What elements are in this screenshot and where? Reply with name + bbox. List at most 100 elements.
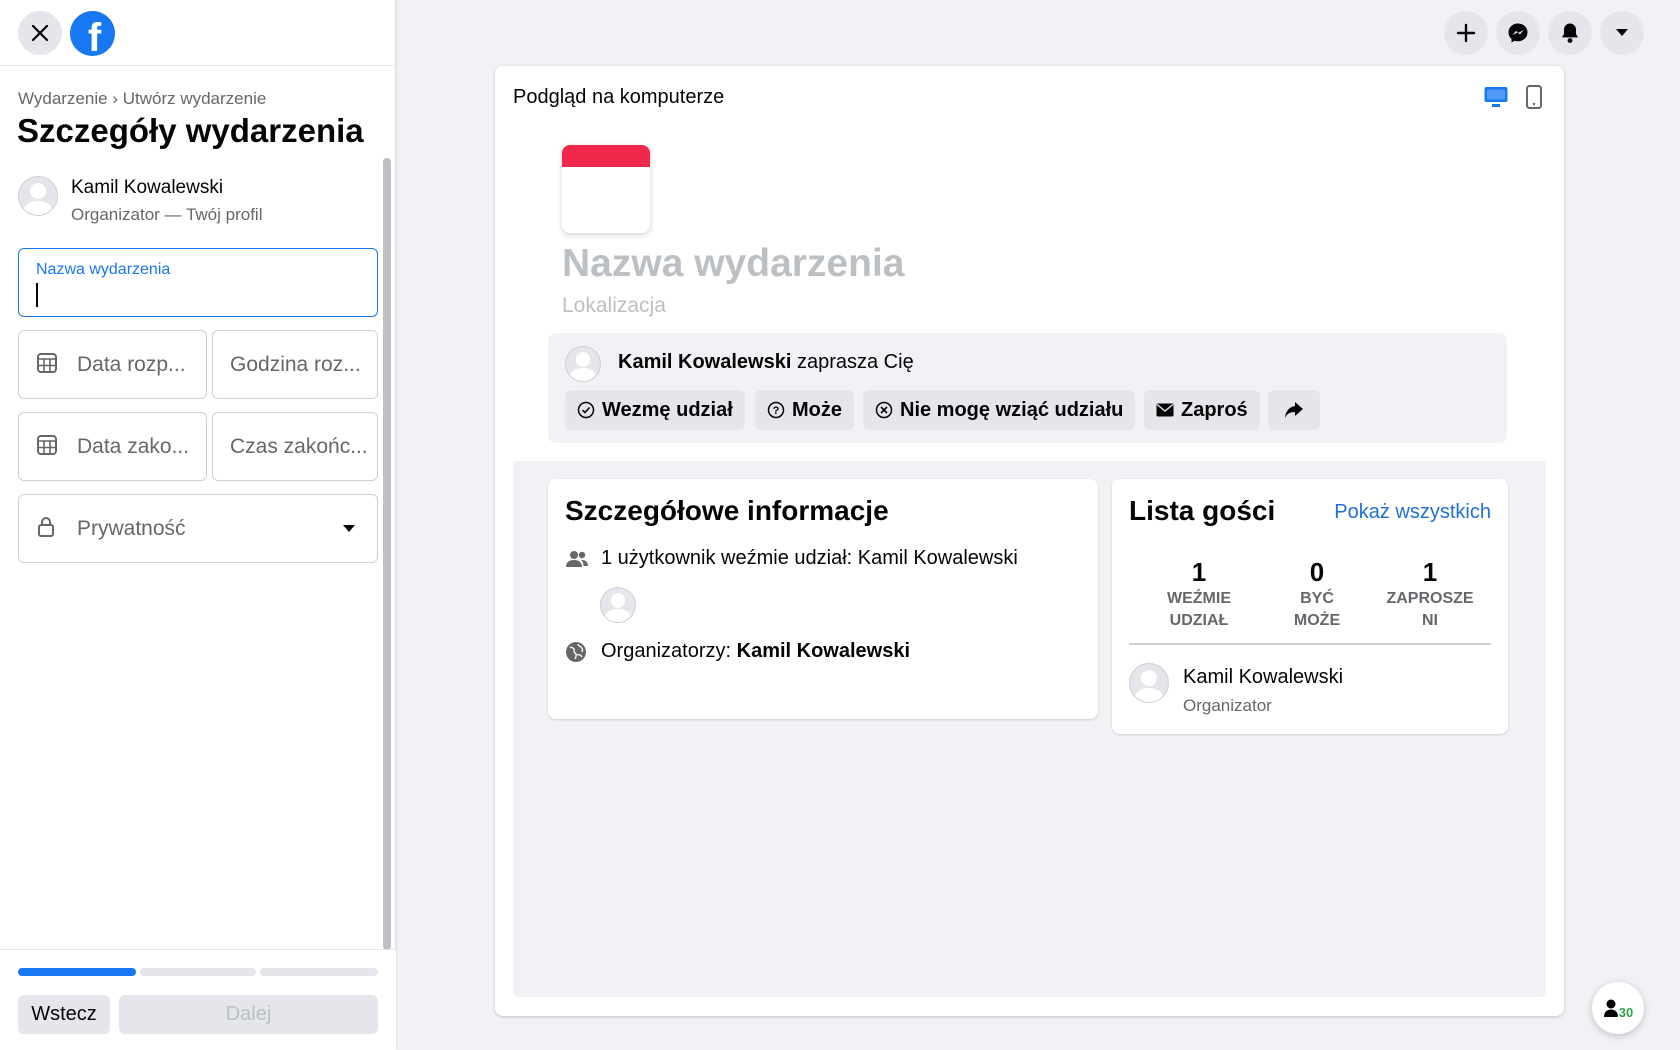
- account-menu-button[interactable]: [1600, 11, 1644, 55]
- details-title: Szczegółowe informacje: [565, 495, 889, 526]
- privacy-placeholder: Prywatność: [77, 517, 186, 540]
- back-button[interactable]: Wstecz: [18, 995, 110, 1034]
- start-date-placeholder: Data rozp...: [77, 353, 186, 376]
- avatar: [565, 346, 601, 382]
- guest-list-card: Lista gości Pokaż wszystkich 1 WEŹMIE UD…: [1112, 479, 1508, 734]
- going-button[interactable]: Wezmę udział: [565, 390, 745, 430]
- notifications-button[interactable]: [1548, 11, 1592, 55]
- progress-step-2: [140, 968, 256, 976]
- details-card: Szczegółowe informacje 1 użytkownik weźm…: [548, 479, 1098, 719]
- avatar: [600, 587, 636, 623]
- desktop-preview-panel: Podgląd na komputerze Nazwa wydarzenia L…: [495, 66, 1564, 1016]
- invite-button[interactable]: Zaproś: [1144, 390, 1260, 430]
- sidebar-footer: Wstecz Dalej: [0, 949, 396, 1050]
- show-all-link[interactable]: Pokaż wszystkich: [1334, 501, 1491, 524]
- question-circle-icon: ?: [767, 401, 785, 419]
- avatar[interactable]: [1129, 663, 1169, 703]
- stat-maybe-label-1: BYĆ: [1300, 590, 1334, 607]
- maybe-label: Może: [792, 398, 842, 421]
- calendar-cover-icon: [562, 145, 650, 233]
- inviter-name[interactable]: Kamil Kowalewski: [618, 351, 791, 373]
- end-time-placeholder: Czas zakońc...: [230, 435, 368, 458]
- sidebar-header: f: [0, 0, 395, 66]
- guest-list-title: Lista gości: [1129, 495, 1276, 526]
- event-name-preview: Nazwa wydarzenia: [562, 242, 905, 285]
- breadcrumb: Wydarzenie › Utwórz wydarzenie: [18, 89, 267, 108]
- start-time-field[interactable]: Godzina roz...: [212, 330, 378, 399]
- stat-going[interactable]: 1 WEŹMIE UDZIAŁ: [1129, 557, 1269, 632]
- globe-icon: [566, 641, 586, 662]
- maybe-button[interactable]: ? Może: [755, 390, 854, 430]
- event-name-input[interactable]: Nazwa wydarzenia: [18, 248, 378, 317]
- stat-going-label-1: WEŹMIE: [1167, 590, 1231, 607]
- facebook-logo[interactable]: f: [70, 11, 115, 56]
- start-time-placeholder: Godzina roz...: [230, 353, 361, 376]
- share-button[interactable]: [1268, 390, 1320, 430]
- people-icon: [566, 550, 588, 567]
- lock-icon: [38, 517, 54, 537]
- going-info-row: 1 użytkownik weźmie udział: Kamil Kowale…: [565, 547, 1018, 570]
- calendar-icon: [37, 435, 57, 455]
- stat-maybe-number: 0: [1309, 557, 1325, 587]
- event-location-preview: Lokalizacja: [562, 294, 666, 317]
- svg-text:?: ?: [773, 405, 780, 417]
- bell-icon: [1562, 23, 1578, 43]
- progress-step-3: [260, 968, 378, 976]
- stat-going-label-2: UDZIAŁ: [1169, 612, 1229, 629]
- stat-invited[interactable]: 1 ZAPROSZE NI: [1370, 557, 1490, 632]
- end-time-field[interactable]: Czas zakońc...: [212, 412, 378, 481]
- avatar: [18, 176, 58, 216]
- divider: [1129, 643, 1491, 645]
- invite-label: Zaproś: [1181, 398, 1248, 421]
- close-button[interactable]: [18, 11, 62, 55]
- invite-text: Kamil Kowalewski zaprasza Cię: [618, 351, 914, 374]
- desktop-icon[interactable]: [1483, 85, 1509, 109]
- going-count-text: 1 użytkownik weźmie udział: Kamil Kowale…: [601, 547, 1018, 569]
- close-icon: [31, 24, 49, 42]
- text-caret: [36, 283, 38, 307]
- guest-name[interactable]: Kamil Kowalewski: [1183, 666, 1343, 689]
- invite-box: Kamil Kowalewski zaprasza Cię Wezmę udzi…: [548, 333, 1507, 443]
- guest-role: Organizator: [1183, 696, 1272, 715]
- stat-going-number: 1: [1191, 557, 1207, 587]
- organizers-name[interactable]: Kamil Kowalewski: [737, 640, 910, 663]
- envelope-icon: [1156, 403, 1174, 417]
- organizer-subtitle: Organizator — Twój profil: [71, 205, 263, 224]
- page-title: Szczegóły wydarzenia: [17, 112, 364, 149]
- messenger-button[interactable]: [1496, 11, 1540, 55]
- stat-maybe[interactable]: 0 BYĆ MOŻE: [1272, 557, 1362, 632]
- end-date-field[interactable]: Data zako...: [18, 412, 207, 481]
- invite-suffix: zaprasza Cię: [796, 351, 914, 373]
- caret-down-icon: [343, 525, 355, 532]
- stat-invited-number: 1: [1422, 557, 1438, 587]
- messenger-icon: [1508, 23, 1528, 43]
- check-circle-icon: [577, 401, 595, 419]
- stat-maybe-label-2: MOŻE: [1293, 612, 1341, 629]
- contacts-button[interactable]: 30: [1592, 982, 1644, 1034]
- stat-invited-label-2: NI: [1422, 612, 1438, 629]
- sidebar-scrollbar[interactable]: [383, 158, 391, 950]
- calendar-icon: [37, 353, 57, 373]
- progress-step-1: [18, 968, 136, 976]
- share-arrow-icon: [1285, 402, 1303, 418]
- stat-invited-label-1: ZAPROSZE: [1386, 590, 1474, 607]
- going-label: Wezmę udział: [602, 398, 733, 421]
- start-date-field[interactable]: Data rozp...: [18, 330, 207, 399]
- organizer-name: Kamil Kowalewski: [71, 177, 224, 198]
- plus-icon: [1456, 23, 1476, 43]
- preview-title: Podgląd na komputerze: [513, 86, 725, 108]
- event-name-label: Nazwa wydarzenia: [36, 261, 171, 278]
- organizers-label: Organizatorzy:: [601, 640, 732, 662]
- preview-details-area: Szczegółowe informacje 1 użytkownik weźm…: [513, 461, 1546, 997]
- end-date-placeholder: Data zako...: [77, 435, 190, 458]
- online-count-badge: 30: [1618, 1004, 1634, 1020]
- cant-go-label: Nie mogę wziąć udziału: [900, 398, 1124, 421]
- x-circle-icon: [875, 401, 893, 419]
- create-event-sidebar: f Wydarzenie › Utwórz wydarzenie Szczegó…: [0, 0, 396, 1050]
- mobile-icon[interactable]: [1525, 85, 1543, 109]
- next-button[interactable]: Dalej: [119, 995, 378, 1034]
- privacy-dropdown[interactable]: Prywatność: [18, 494, 378, 563]
- organizers-row: Organizatorzy: Kamil Kowalewski: [565, 640, 910, 663]
- cant-go-button[interactable]: Nie mogę wziąć udziału: [863, 390, 1136, 430]
- create-button[interactable]: [1444, 11, 1488, 55]
